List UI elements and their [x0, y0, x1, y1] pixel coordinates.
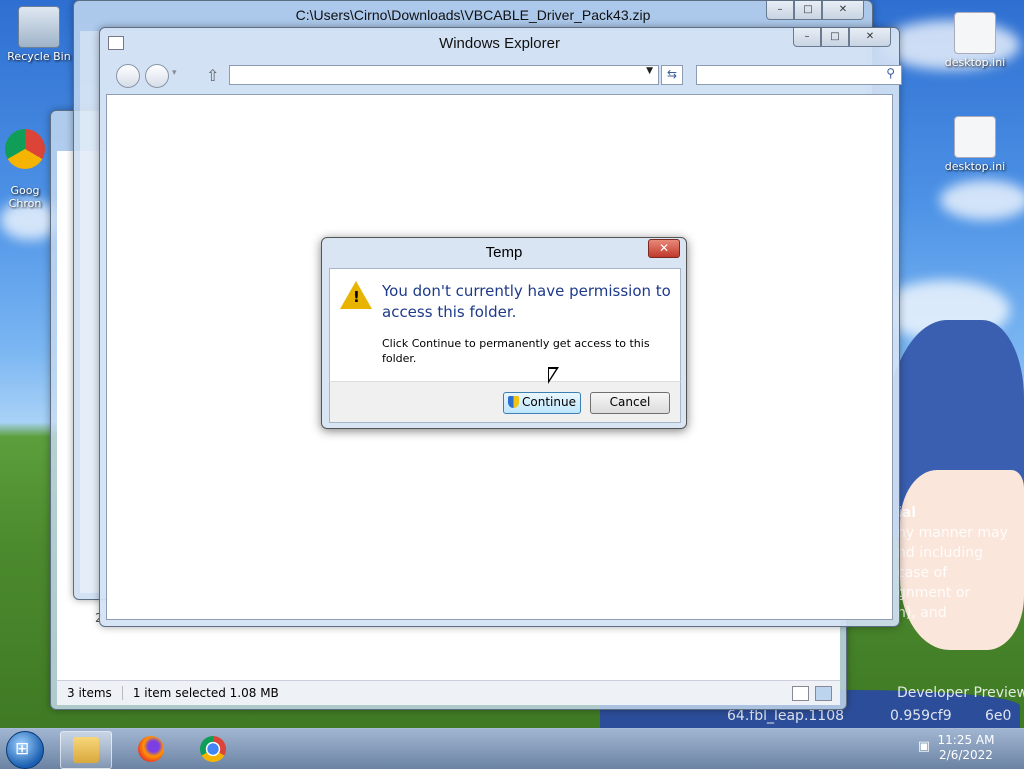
- status-item-count: 3 items: [57, 686, 123, 700]
- window-title: C:\Users\Cirno\Downloads\VBCABLE_Driver_…: [295, 7, 651, 23]
- background-text: 6e0: [985, 708, 1012, 724]
- system-clock[interactable]: 11:25 AM 2/6/2022: [918, 733, 1014, 765]
- close-button[interactable]: ✕: [648, 239, 680, 258]
- sub-instruction: Click Continue to permanently get access…: [382, 337, 650, 365]
- settings-file-icon: [954, 12, 996, 54]
- maximize-button[interactable]: □: [821, 28, 849, 47]
- taskbar-item-firefox[interactable]: [126, 731, 176, 767]
- up-arrow-icon[interactable]: ⇧: [206, 66, 219, 85]
- details-view-icon[interactable]: [792, 686, 809, 701]
- desktop-icon-label: Goog Chron: [8, 184, 42, 210]
- permission-dialog[interactable]: Temp ✕ ! You don't currently have permis…: [321, 237, 687, 429]
- folder-icon: [73, 737, 99, 763]
- desktop-icon-label: desktop.ini: [944, 160, 1006, 173]
- clock-time: 11:25 AM: [937, 733, 995, 747]
- status-selection: 1 item selected 1.08 MB: [132, 686, 279, 700]
- minimize-button[interactable]: –: [793, 28, 821, 47]
- chrome-icon: [5, 129, 45, 169]
- background-text: Developer Preview: [897, 685, 1024, 701]
- minimize-button[interactable]: –: [766, 1, 794, 20]
- recycle-bin-icon: [18, 6, 60, 48]
- desktop-icon-desktop-ini[interactable]: desktop.ini: [940, 12, 1010, 69]
- firefox-icon: [138, 736, 164, 762]
- background-text: ny manner may: [897, 525, 1008, 541]
- main-instruction: You don't currently have permission to a…: [382, 282, 671, 321]
- view-toggle[interactable]: [792, 686, 832, 701]
- desktop-icon-label: Recycle Bin: [7, 50, 71, 63]
- dialog-title: Temp: [485, 244, 523, 261]
- taskbar: ⊞ ▣ 11:25 AM 2/6/2022: [0, 728, 1024, 769]
- maximize-button[interactable]: □: [794, 1, 822, 20]
- preview-pane-icon[interactable]: [815, 686, 832, 701]
- background-text: nd including: [897, 545, 983, 561]
- address-bar[interactable]: [229, 65, 659, 85]
- caption-buttons: – □ ✕: [766, 1, 864, 20]
- background-text: 64.fbl_leap.1108: [727, 708, 845, 724]
- start-button[interactable]: ⊞: [6, 731, 44, 769]
- desktop-icon-label: desktop.ini: [944, 56, 1006, 69]
- back-button[interactable]: [116, 64, 140, 88]
- close-button[interactable]: ✕: [822, 1, 864, 20]
- background-text: case of: [897, 565, 948, 581]
- recent-pages-icon[interactable]: ▾: [172, 68, 177, 78]
- cloud: [940, 180, 1024, 220]
- background-text: 0.959cf9: [890, 708, 952, 724]
- background-text: n), and: [897, 605, 947, 621]
- window-title: Windows Explorer: [439, 35, 560, 52]
- forward-button[interactable]: [145, 64, 169, 88]
- settings-file-icon: [954, 116, 996, 158]
- close-button[interactable]: ✕: [849, 28, 891, 47]
- caption-buttons: – □ ✕: [793, 28, 891, 47]
- warning-icon: !: [340, 281, 372, 309]
- taskbar-item-chrome[interactable]: [188, 731, 238, 767]
- chrome-icon: [200, 736, 226, 762]
- cancel-button[interactable]: Cancel: [590, 392, 670, 414]
- desktop-icon-chrome[interactable]: Goog Chron: [0, 116, 50, 223]
- mouse-cursor-icon: [548, 367, 559, 384]
- desktop-icon-recycle-bin[interactable]: Recycle Bin: [4, 6, 74, 63]
- background-text: gnment or: [897, 585, 971, 601]
- search-icon[interactable]: ⚲: [886, 66, 895, 80]
- clock-date: 2/6/2022: [939, 748, 993, 762]
- taskbar-item-explorer[interactable]: [60, 731, 112, 769]
- desktop-icon-desktop-ini[interactable]: desktop.ini: [940, 116, 1010, 173]
- search-input[interactable]: ⚲: [696, 65, 902, 85]
- status-bar: 3 items 1 item selected 1.08 MB: [57, 680, 840, 705]
- continue-button[interactable]: Continue: [503, 392, 581, 414]
- dialog-footer: Continue Cancel: [329, 381, 681, 423]
- continue-label: Continue: [522, 395, 576, 409]
- windows-logo-icon: ⊞: [15, 739, 30, 759]
- navigation-bar: ▾ ⇧ ▼ ⇆ ⚲: [112, 62, 902, 88]
- dialog-body: ! You don't currently have permission to…: [329, 268, 681, 383]
- refresh-icon[interactable]: ⇆: [661, 65, 683, 85]
- uac-shield-icon: [508, 396, 520, 408]
